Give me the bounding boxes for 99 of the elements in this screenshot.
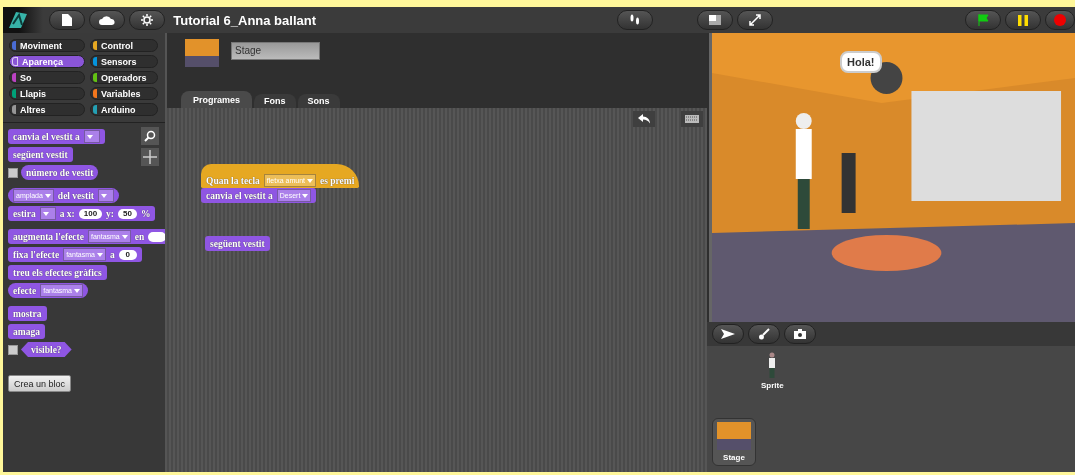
- cloud-icon: [99, 15, 116, 25]
- category-button[interactable]: Variables: [90, 87, 158, 100]
- checkbox[interactable]: [8, 167, 18, 178]
- project-title: Tutorial 6_Anna ballant: [173, 12, 316, 28]
- code-block[interactable]: amaga: [8, 324, 45, 339]
- pause-button[interactable]: [1005, 10, 1041, 30]
- brush-icon: [758, 328, 770, 340]
- name-field[interactable]: Stage: [231, 42, 320, 60]
- caret-icon: [74, 288, 80, 293]
- category-button[interactable]: Llapis: [9, 87, 85, 100]
- figure-icon: [767, 352, 778, 378]
- number-slot[interactable]: 50: [118, 208, 137, 219]
- block-label: canvia el vestit a: [206, 190, 273, 201]
- stage-size-icon: [709, 15, 721, 25]
- stop-icon: [1054, 14, 1066, 26]
- stage-item[interactable]: Stage: [712, 418, 756, 466]
- cloud-button[interactable]: [89, 10, 126, 30]
- code-block[interactable]: canvia el vestit a: [8, 129, 105, 144]
- normal-stage-button[interactable]: [697, 10, 733, 30]
- block-label: en: [134, 231, 145, 242]
- caret-icon: [302, 193, 309, 198]
- number-slot[interactable]: 100: [78, 208, 103, 219]
- search-icon[interactable]: [141, 127, 159, 145]
- code-block[interactable]: número de vestit: [21, 165, 99, 180]
- block-label: augmenta l'efecte: [13, 231, 84, 242]
- arrow-icon: [721, 329, 735, 339]
- code-block[interactable]: treu els efectes gràfics: [8, 265, 107, 280]
- undo-icon[interactable]: [633, 111, 655, 127]
- plus-icon[interactable]: [141, 148, 159, 166]
- stage-thumbnail: [717, 422, 751, 450]
- expand-icon: [749, 14, 761, 26]
- paint-button[interactable]: [748, 324, 780, 344]
- block-label: y:: [106, 208, 114, 219]
- checkbox[interactable]: [8, 344, 18, 355]
- block-label: número de vestit: [26, 167, 94, 178]
- tab[interactable]: Sons: [297, 94, 340, 108]
- number-slot[interactable]: [148, 231, 165, 242]
- caret-icon: [42, 211, 49, 216]
- dropdown-slot[interactable]: [39, 207, 56, 220]
- block-label: efecte: [13, 285, 37, 296]
- caret-icon: [101, 193, 107, 198]
- dropdown-slot[interactable]: [83, 130, 100, 143]
- block-label: a x:: [59, 208, 75, 219]
- stage-thumbnail: [185, 39, 219, 67]
- category-button[interactable]: Aparença: [9, 55, 85, 68]
- block-label: mostra: [13, 308, 42, 319]
- tab[interactable]: Fons: [254, 94, 296, 108]
- flag-button[interactable]: [965, 10, 1001, 30]
- block-label: visible?: [31, 344, 62, 355]
- category-button[interactable]: Arduino: [90, 103, 158, 116]
- stop-button[interactable]: [1045, 10, 1075, 30]
- footprints-button[interactable]: [617, 10, 653, 30]
- code-block[interactable]: següent vestit: [205, 236, 270, 251]
- caret-icon: [121, 234, 128, 239]
- keyboard-icon[interactable]: [681, 111, 703, 127]
- block-label: canvia el vestit a: [13, 131, 80, 142]
- logo-icon: [7, 11, 29, 29]
- caret-icon: [96, 252, 103, 257]
- block-label: Quan la tecla: [206, 175, 260, 186]
- camera-button[interactable]: [784, 324, 816, 344]
- category-button[interactable]: Control: [90, 39, 158, 52]
- arrow-button[interactable]: [712, 324, 744, 344]
- block-label: del vestit: [57, 190, 94, 201]
- fullscreen-button[interactable]: [737, 10, 773, 30]
- block-label: es premi: [320, 175, 355, 186]
- file-icon: [62, 14, 73, 26]
- sprite-item[interactable]: Sprite: [757, 349, 788, 393]
- block-label: següent vestit: [210, 238, 265, 249]
- category-button[interactable]: So: [9, 71, 85, 84]
- speech-bubble: Hola!: [840, 51, 882, 73]
- block-label: següent vestit: [13, 149, 68, 160]
- caret-icon: [44, 193, 51, 198]
- code-block[interactable]: següent vestit: [8, 147, 73, 162]
- dropdown-slot[interactable]: [98, 189, 114, 202]
- block-label: estira: [13, 208, 36, 219]
- footprints-icon: [629, 14, 641, 26]
- code-block[interactable]: visible?: [21, 342, 72, 357]
- pause-icon: [1018, 14, 1028, 26]
- settings-icon: [141, 14, 154, 26]
- camera-icon: [794, 329, 806, 339]
- flag-icon: [977, 14, 989, 26]
- block-label: fixa l'efecte: [13, 249, 60, 260]
- code-block[interactable]: mostra: [8, 306, 47, 321]
- make-block-button[interactable]: Crea un bloc: [8, 375, 72, 392]
- block-label: amaga: [13, 326, 40, 337]
- number-slot[interactable]: 0: [118, 249, 137, 260]
- category-button[interactable]: Sensors: [90, 55, 158, 68]
- category-button[interactable]: Operadors: [90, 71, 158, 84]
- category-button[interactable]: Altres: [9, 103, 85, 116]
- settings-button[interactable]: [129, 10, 166, 30]
- caret-icon: [86, 134, 93, 139]
- category-button[interactable]: Moviment: [9, 39, 85, 52]
- file-button[interactable]: [49, 10, 86, 30]
- block-label: treu els efectes gràfics: [13, 267, 102, 278]
- block-label: %: [140, 208, 151, 219]
- tab[interactable]: Programes: [181, 91, 253, 108]
- block-label: a: [109, 249, 115, 260]
- caret-icon: [307, 178, 313, 183]
- code-block[interactable]: estira a x: 100 y: 50 %: [8, 206, 156, 221]
